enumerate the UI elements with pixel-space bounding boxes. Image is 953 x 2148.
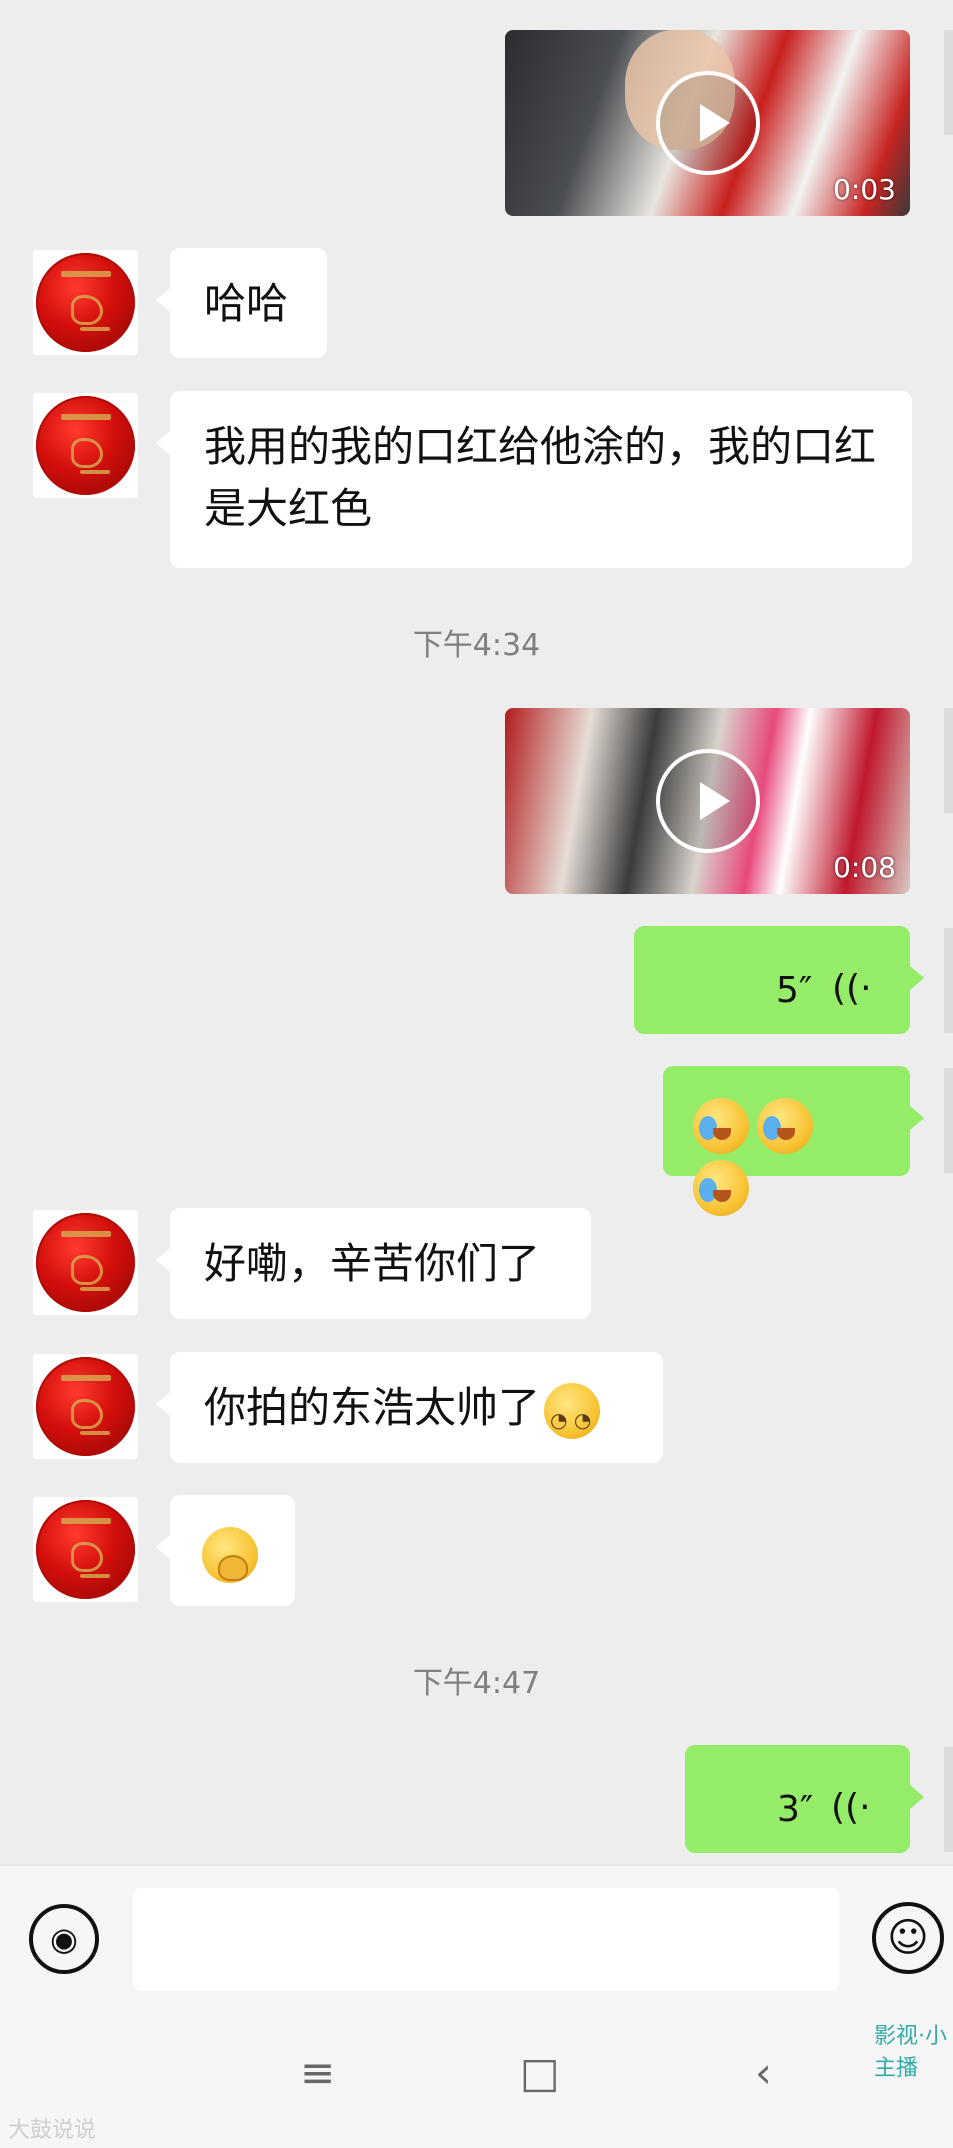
my-avatar-edge[interactable] bbox=[944, 928, 953, 1033]
system-navigation-bar: ≡ □ ‹ bbox=[0, 2020, 953, 2148]
my-avatar-edge[interactable] bbox=[944, 30, 953, 135]
message-bubble[interactable]: 我用的我的口红给他涂的，我的口红是大红色 bbox=[156, 391, 912, 568]
message-bubble[interactable]: 哈哈 bbox=[156, 248, 327, 358]
message-bubble[interactable]: 好嘞，辛苦你们了 bbox=[156, 1208, 591, 1319]
emoji-picker-icon[interactable]: ☺ bbox=[872, 1902, 944, 1974]
video-duration: 0:08 bbox=[833, 851, 896, 884]
timestamp: 下午4:47 bbox=[412, 1666, 541, 1701]
contact-avatar[interactable] bbox=[33, 1354, 138, 1459]
emoji-message[interactable] bbox=[663, 1066, 924, 1216]
menu-icon[interactable]: ≡ bbox=[300, 2048, 335, 2097]
play-icon[interactable] bbox=[655, 71, 760, 175]
video-message-1[interactable]: 0:03 bbox=[505, 30, 910, 216]
facepalm-cry-emoji bbox=[693, 1097, 749, 1154]
voice-input-icon[interactable]: ◉ bbox=[29, 1904, 99, 1974]
video-message-2[interactable]: 0:08 bbox=[505, 708, 910, 894]
message-input[interactable] bbox=[133, 1888, 839, 1991]
voice-wave-icon: ((· bbox=[831, 1787, 871, 1828]
hand-over-mouth-emoji bbox=[202, 1526, 258, 1583]
message-text: 你拍的东浩太帅了 bbox=[204, 1383, 541, 1432]
watermark-right: 影视·小主播 bbox=[874, 2024, 947, 2081]
play-icon[interactable] bbox=[655, 749, 760, 853]
contact-avatar[interactable] bbox=[33, 1497, 138, 1602]
contact-avatar[interactable] bbox=[33, 1210, 138, 1315]
voice-message-1[interactable]: 5″ ((· bbox=[634, 926, 924, 1034]
input-bar: ◉ ☺ bbox=[0, 1865, 953, 2021]
message-bubble[interactable]: 你拍的东浩太帅了 bbox=[156, 1352, 663, 1463]
voice-message-2[interactable]: 3″ ((· bbox=[685, 1745, 924, 1853]
smirk-emoji bbox=[544, 1382, 601, 1451]
video-duration: 0:03 bbox=[833, 173, 896, 206]
facepalm-cry-emoji bbox=[757, 1097, 813, 1154]
contact-avatar[interactable] bbox=[33, 393, 138, 498]
message-text: 好嘞，辛苦你们了 bbox=[204, 1239, 541, 1288]
contact-avatar[interactable] bbox=[33, 250, 138, 355]
back-icon[interactable]: ‹ bbox=[755, 2048, 772, 2097]
timestamp: 下午4:34 bbox=[412, 628, 541, 663]
my-avatar-edge[interactable] bbox=[944, 1747, 953, 1852]
voice-length: 3″ bbox=[777, 1789, 814, 1830]
voice-length: 5″ bbox=[776, 970, 813, 1011]
voice-wave-icon: ((· bbox=[832, 968, 872, 1009]
emoji-message[interactable] bbox=[156, 1495, 295, 1606]
home-icon[interactable]: □ bbox=[520, 2048, 560, 2097]
chat-area: 0:03 哈哈 我用的我的口红给他涂的，我的口红是大红色 下午4:34 0:08… bbox=[0, 0, 953, 1865]
message-text: 我用的我的口红给他涂的，我的口红是大红色 bbox=[204, 422, 877, 533]
watermark-left: 大鼓说说 bbox=[8, 2118, 97, 2143]
my-avatar-edge[interactable] bbox=[944, 708, 953, 813]
my-avatar-edge[interactable] bbox=[944, 1068, 953, 1173]
facepalm-cry-emoji bbox=[693, 1159, 749, 1216]
message-text: 哈哈 bbox=[204, 279, 289, 328]
